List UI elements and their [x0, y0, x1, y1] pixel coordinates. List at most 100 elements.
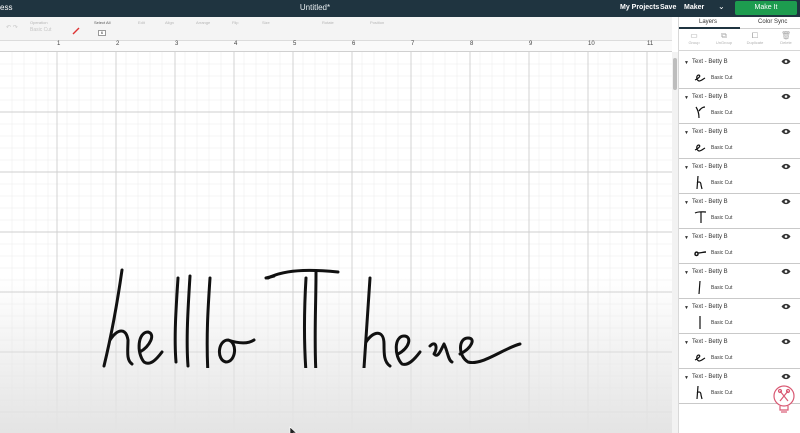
layer-row[interactable]: ▼ Text - Betty B Basic Cut [679, 300, 800, 334]
eye-icon[interactable] [781, 58, 791, 65]
caret-down-icon[interactable]: ▼ [684, 305, 689, 311]
caret-down-icon[interactable]: ▼ [684, 60, 689, 66]
layer-operation: Basic Cut [711, 320, 733, 326]
save-link[interactable]: Save [660, 4, 676, 11]
layer-row[interactable]: ▼ Text - Betty B Basic Cut [679, 335, 800, 369]
tab-layers[interactable]: Layers [699, 19, 717, 25]
eye-icon[interactable] [781, 93, 791, 100]
layers-panel: Layers Color Sync ▭ Group ⧉ UnGroup ⧠ Du… [678, 17, 800, 433]
design-canvas[interactable] [0, 52, 672, 433]
duplicate-button[interactable]: ⧠ Duplicate [741, 31, 769, 45]
chevron-down-icon[interactable]: ⌄ [718, 2, 725, 11]
layer-name: Text - Betty B [692, 59, 728, 65]
horizontal-ruler: 1 2 3 4 5 6 7 8 9 10 11 [0, 41, 672, 52]
layer-row[interactable]: ▼ Text - Betty B Basic Cut [679, 195, 800, 229]
layer-name: Text - Betty B [692, 129, 728, 135]
position-group[interactable]: Position [370, 20, 384, 25]
eye-icon[interactable] [781, 338, 791, 345]
layer-row[interactable]: ▼ Text - Betty B Basic Cut [679, 230, 800, 264]
eye-icon[interactable] [781, 373, 791, 380]
caret-down-icon[interactable]: ▼ [684, 165, 689, 171]
ruler-number: 5 [293, 41, 297, 47]
position-label: Position [370, 20, 385, 25]
delete-label: Delete [780, 40, 792, 45]
ruler-number: 6 [352, 41, 356, 47]
layer-operation: Basic Cut [711, 215, 733, 221]
flip-group[interactable]: Flip [232, 20, 238, 25]
ungroup-icon: ⧉ [721, 31, 727, 40]
layer-thumbnail [694, 251, 707, 257]
panel-tabs: Layers Color Sync [679, 17, 800, 29]
layer-operation: Basic Cut [711, 75, 733, 81]
layer-thumbnail [694, 354, 706, 362]
layer-thumbnail [698, 280, 701, 295]
operation-value[interactable]: Basic Cut [30, 27, 51, 33]
layer-thumbnail [696, 175, 703, 190]
caret-down-icon[interactable]: ▼ [684, 340, 689, 346]
align-label: Align [165, 20, 174, 25]
tab-color-sync[interactable]: Color Sync [758, 19, 787, 25]
ungroup-button[interactable]: ⧉ UnGroup [710, 31, 738, 45]
caret-down-icon[interactable]: ▼ [684, 235, 689, 241]
layer-thumbnail [694, 144, 706, 152]
pen-color-icon[interactable] [72, 27, 80, 35]
flip-label: Flip [232, 20, 239, 25]
caret-down-icon[interactable]: ▼ [684, 95, 689, 101]
layer-name: Text - Betty B [692, 199, 728, 205]
ungroup-label: UnGroup [715, 40, 733, 45]
layer-thumbnail [699, 316, 701, 329]
layer-operation: Basic Cut [711, 180, 733, 186]
ruler-number: 8 [470, 41, 474, 47]
rotate-group[interactable]: Rotate [322, 20, 334, 25]
group-label: Group [688, 40, 700, 45]
delete-button[interactable]: 🗑 Delete [772, 31, 800, 45]
eye-icon[interactable] [781, 268, 791, 275]
eye-icon[interactable] [781, 233, 791, 240]
select-all-checkbox[interactable]: 6 [98, 30, 106, 36]
layer-row[interactable]: ▼ Text - Betty B Basic Cut [679, 55, 800, 89]
layer-operation: Basic Cut [711, 285, 733, 291]
caret-down-icon[interactable]: ▼ [684, 375, 689, 381]
operation-label: Operation [30, 20, 48, 25]
eye-icon[interactable] [781, 163, 791, 170]
layer-operation: Basic Cut [711, 355, 733, 361]
group-button[interactable]: ▭ Group [680, 31, 708, 45]
operation-group[interactable]: Operation Basic Cut [30, 20, 51, 33]
group-icon: ▭ [690, 31, 698, 40]
layer-row[interactable]: ▼ Text - Betty B Basic Cut [679, 160, 800, 194]
ruler-number: 1 [57, 41, 61, 47]
layer-row[interactable]: ▼ Text - Betty B Basic Cut [679, 265, 800, 299]
arrange-group[interactable]: Arrange [196, 20, 210, 25]
lightbulb-logo-icon [773, 385, 795, 413]
caret-down-icon[interactable]: ▼ [684, 270, 689, 276]
select-all-group[interactable]: Select All [94, 20, 110, 25]
layer-name: Text - Betty B [692, 234, 728, 240]
size-group[interactable]: Size [262, 20, 270, 25]
layer-row[interactable]: ▼ Text - Betty B Basic Cut [679, 90, 800, 124]
layer-name: Text - Betty B [692, 374, 728, 380]
caret-down-icon[interactable]: ▼ [684, 200, 689, 206]
layer-operation: Basic Cut [711, 110, 733, 116]
edit-group[interactable]: Edit [138, 20, 145, 25]
align-group[interactable]: Align [165, 20, 174, 25]
undo-redo-icon[interactable]: ↶ ↷ [6, 24, 18, 31]
layer-actions-bar: ▭ Group ⧉ UnGroup ⧠ Duplicate 🗑 Delete [679, 29, 800, 51]
ruler-number: 11 [647, 41, 654, 47]
ruler-number: 3 [175, 41, 179, 47]
script-text-hello-there[interactable] [92, 248, 532, 368]
eye-icon[interactable] [781, 128, 791, 135]
layer-name: Text - Betty B [692, 94, 728, 100]
my-projects-link[interactable]: My Projects [620, 4, 659, 11]
scrollbar-thumb[interactable] [673, 58, 677, 90]
layer-row[interactable]: ▼ Text - Betty B Basic Cut [679, 125, 800, 159]
eye-icon[interactable] [781, 303, 791, 310]
ruler-number: 10 [588, 41, 595, 47]
document-title[interactable]: Untitled* [0, 3, 630, 12]
arrange-label: Arrange [196, 20, 211, 25]
edit-label: Edit [138, 20, 145, 25]
machine-select[interactable]: Maker [684, 4, 704, 11]
size-label: Size [262, 20, 270, 25]
make-it-button[interactable]: Make It [735, 1, 797, 15]
caret-down-icon[interactable]: ▼ [684, 130, 689, 136]
eye-icon[interactable] [781, 198, 791, 205]
